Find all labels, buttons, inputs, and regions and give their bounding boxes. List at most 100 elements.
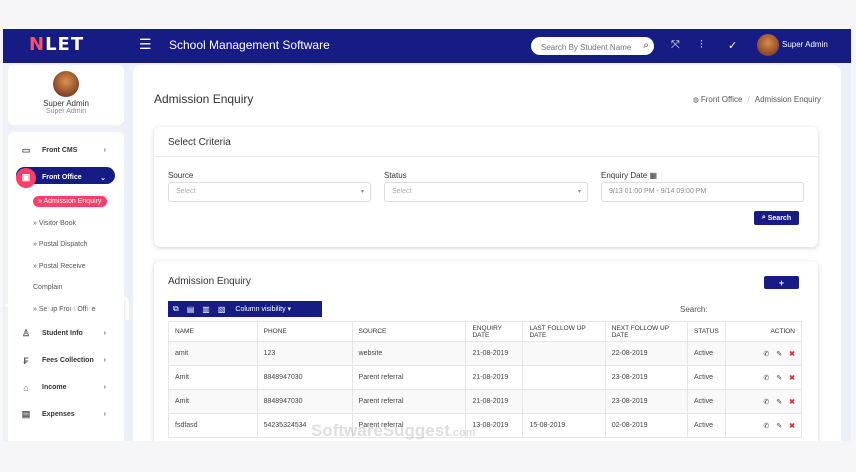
column-header[interactable]: SOURCE [351, 321, 467, 342]
app-window: NLET ☰ School Management Software ⌕ ⤧ ⫶ … [3, 29, 851, 441]
sidebar-item-student-info[interactable]: ♙ Student Info › [8, 320, 124, 347]
enquiry-date-range-input[interactable]: 9/13 01:00 PM - 9/14 09:00 PM [601, 182, 804, 202]
row-actions: ✆ ✎ ✖ [724, 365, 803, 390]
column-visibility-button[interactable]: Column visibility ▾ [235, 305, 291, 313]
column-header[interactable]: NAME [168, 321, 258, 342]
avatar[interactable] [757, 34, 779, 56]
table-cell: Parent referral [351, 389, 467, 414]
settings-sliders-icon[interactable]: ⫶ [700, 39, 703, 52]
table-search-input[interactable] [714, 301, 802, 317]
chevron-right-icon: › [103, 147, 106, 154]
app-title: School Management Software [169, 38, 330, 52]
sidebar-item-front-cms[interactable]: ▭ Front CMS › [8, 137, 124, 164]
top-navbar: NLET ☰ School Management Software ⌕ ⤧ ⫶ … [3, 29, 851, 63]
csv-icon[interactable]: ▥ [202, 305, 210, 314]
table-cell [522, 365, 606, 390]
table-row: fsdfasd 54235324534 Parent referral 13-08-2… [168, 413, 803, 438]
sidebar-item-front-office[interactable]: ▣ Front Office ⌄ [8, 164, 124, 191]
column-header[interactable]: ACTION [724, 321, 803, 342]
fullscreen-icon[interactable]: ⤧ [671, 39, 680, 52]
excel-icon[interactable]: ▤ [187, 305, 195, 314]
briefcase-icon: ▣ [16, 167, 36, 188]
column-header[interactable]: LAST FOLLOW UP DATE [522, 321, 606, 342]
profile-role: Super Admin [45, 108, 87, 115]
home-icon: ◍ [692, 97, 701, 104]
table-cell: 23-08-2019 [604, 365, 689, 390]
table-cell: Active [687, 389, 726, 414]
admission-enquiry-panel: Admission Enquiry + ⧉ ▤ ▥ ▧ Column visib… [154, 261, 818, 441]
delete-icon[interactable]: ✖ [789, 374, 795, 382]
edit-icon[interactable]: ✎ [776, 422, 782, 430]
table-cell: Active [687, 365, 726, 390]
profile-name: Super Admin [43, 99, 89, 108]
table-cell: 54235324534 [256, 413, 353, 438]
row-actions: ✆ ✎ ✖ [724, 341, 803, 366]
sidebar-subitem-postal-dispatch[interactable]: » Postal Dispatch [8, 234, 124, 256]
profile-card: Super Admin Super Admin [8, 65, 124, 125]
sidebar-subitem-complain[interactable]: Complain [8, 277, 124, 299]
delete-icon[interactable]: ✖ [789, 350, 795, 358]
sidebar-item-income[interactable]: ⌂ Income › [8, 374, 124, 401]
status-label: Status [384, 171, 407, 180]
copy-icon[interactable]: ⧉ [173, 304, 179, 314]
edit-icon[interactable]: ✎ [776, 350, 782, 358]
edit-icon[interactable]: ✎ [776, 374, 782, 382]
table-cell: amit [168, 341, 258, 366]
student-search-input[interactable] [541, 38, 638, 57]
sidebar-item-fees-collection[interactable]: ₣ Fees Collection › [8, 347, 124, 374]
criteria-title: Select Criteria [168, 137, 231, 148]
table-cell [522, 341, 606, 366]
phone-icon[interactable]: ✆ [763, 422, 769, 430]
pdf-icon[interactable]: ▧ [218, 305, 226, 314]
search-button[interactable]: ⌕ Search [754, 211, 799, 225]
enquiry-list-title: Admission Enquiry [168, 276, 251, 287]
user-menu-label[interactable]: Super Admin [782, 40, 828, 49]
delete-icon[interactable]: ✖ [789, 398, 795, 406]
search-icon[interactable]: ⌕ [643, 40, 649, 51]
source-label: Source [168, 171, 194, 180]
source-select[interactable]: Select ▾ [168, 182, 371, 202]
breadcrumb-current: Admission Enquiry [754, 95, 821, 104]
table-cell: 21-08-2019 [465, 389, 524, 414]
column-header[interactable]: NEXT FOLLOW UP DATE [604, 321, 689, 342]
table-cell: Amit [168, 389, 258, 414]
table-export-toolbar: ⧉ ▤ ▥ ▧ Column visibility ▾ [168, 301, 322, 317]
sidebar-subitem-visitor-book[interactable]: » Visitor Book [8, 213, 124, 235]
screen: NLET ☰ School Management Software ⌕ ⤧ ⫶ … [0, 0, 856, 472]
status-select[interactable]: Select ▾ [384, 182, 588, 202]
add-enquiry-button[interactable]: + [764, 276, 799, 289]
app-logo[interactable]: NLET [29, 34, 84, 55]
table-cell: 21-08-2019 [465, 365, 524, 390]
table-cell: 15-08-2019 [522, 413, 606, 438]
sidebar-subitem-admission-enquiry[interactable]: » Admission Enquiry [8, 191, 124, 213]
profile-avatar [53, 71, 79, 97]
sidebar-item-expenses[interactable]: ▤ Expenses › [8, 401, 124, 428]
sidebar-subitem-postal-receive[interactable]: » Postal Receive [8, 256, 124, 278]
table-cell: fsdfasd [168, 413, 258, 438]
calendar-icon: ▦ [649, 171, 658, 180]
table-cell: 123 [256, 341, 353, 366]
edit-icon[interactable]: ✎ [776, 398, 782, 406]
table-cell: 02-08-2019 [604, 413, 689, 438]
column-header[interactable]: PHONE [256, 321, 353, 342]
enquiry-table: NAME PHONE SOURCE ENQUIRY DATE LAST FOLLOW U… [168, 321, 803, 438]
phone-icon[interactable]: ✆ [763, 374, 769, 382]
column-header[interactable]: ENQUIRY DATE [465, 321, 524, 342]
student-search-box[interactable]: ⌕ [531, 37, 654, 57]
check-circle-icon[interactable]: ✓ [728, 39, 737, 52]
receipt-icon: ₣ [23, 355, 29, 366]
column-header[interactable]: STATUS [687, 321, 726, 342]
phone-icon[interactable]: ✆ [763, 350, 769, 358]
breadcrumb: ◍ Front Office / Admission Enquiry [692, 95, 821, 104]
phone-icon[interactable]: ✆ [763, 398, 769, 406]
delete-icon[interactable]: ✖ [789, 422, 795, 430]
row-actions: ✆ ✎ ✖ [724, 413, 803, 438]
table-cell: Active [687, 413, 726, 438]
hamburger-menu-icon[interactable]: ☰ [139, 36, 152, 53]
breadcrumb-link-front-office[interactable]: Front Office [701, 95, 743, 104]
table-cell: Active [687, 341, 726, 366]
chevron-down-icon: ▾ [360, 189, 364, 195]
table-cell: 8848947030 [256, 389, 353, 414]
building-icon: ⌂ [23, 382, 29, 393]
sidebar-subitem-setup-front-office[interactable]: » Setup Front Office [8, 299, 124, 321]
